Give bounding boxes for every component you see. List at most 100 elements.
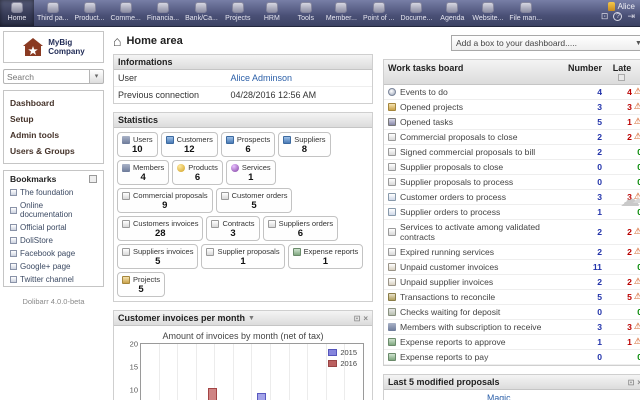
info-value[interactable]: Alice Adminson <box>231 73 293 83</box>
statistics-title: Statistics <box>118 115 158 125</box>
workboard-task-link[interactable]: Supplier orders to process <box>388 207 568 217</box>
print-icon[interactable]: ⊡ <box>601 12 609 21</box>
workboard-task-link[interactable]: Members with subscription to receive <box>388 322 568 332</box>
stat-chip-prospects[interactable]: Prospects6 <box>221 132 275 157</box>
stat-chip-suppliers-invoices[interactable]: Suppliers invoices5 <box>117 244 198 269</box>
workboard-task-link[interactable]: Expired running services <box>388 247 568 257</box>
filter-icon[interactable]: ▼ <box>248 315 255 322</box>
stat-chip-customers-invoices[interactable]: Customers invoices28 <box>117 216 203 241</box>
bookmarks-list: The foundation Online documentation Offici… <box>4 186 103 286</box>
bookmark-icon <box>10 276 17 283</box>
task-label: Supplier proposals to process <box>400 177 513 187</box>
edit-bookmarks-icon[interactable] <box>89 175 97 183</box>
workboard-task-link[interactable]: Supplier proposals to close <box>388 162 568 172</box>
add-box-select[interactable]: Add a box to your dashboard..... ▼ <box>451 35 640 51</box>
workboard-task-link[interactable]: Services to activate among validated con… <box>388 222 568 242</box>
workboard-task-link[interactable]: Opened tasks <box>388 117 568 127</box>
stat-chip-expense-reports[interactable]: Expense reports1 <box>288 244 364 269</box>
bookmark-label: Official portal <box>20 223 67 232</box>
workboard-task-link[interactable]: Transactions to reconcile <box>388 292 568 302</box>
logged-user[interactable]: Alice <box>608 2 635 11</box>
late-info-icon[interactable] <box>618 74 625 81</box>
stat-value: 3 <box>211 228 254 239</box>
task-label: Checks waiting for deposit <box>400 307 500 317</box>
top-menu-item-website[interactable]: Website... <box>469 0 506 26</box>
top-menu-item-third-pa[interactable]: Third pa... <box>34 0 72 26</box>
bookmark-item[interactable]: Official portal <box>4 221 103 234</box>
stat-chip-supplier-proposals[interactable]: Supplier proposals1 <box>201 244 284 269</box>
bookmark-item[interactable]: The foundation <box>4 186 103 199</box>
bookmark-label: The foundation <box>20 188 73 197</box>
workboard-task-link[interactable]: Expense reports to approve <box>388 337 568 347</box>
top-menu-item-docume[interactable]: Docume... <box>397 0 435 26</box>
workboard-task-link[interactable]: Commercial proposals to close <box>388 132 568 142</box>
stat-chip-projects[interactable]: Projects5 <box>117 272 165 297</box>
workboard-task-link[interactable]: Expense reports to pay <box>388 352 568 362</box>
commercial-icon <box>120 2 132 13</box>
top-menu-item-projects[interactable]: Projects <box>221 0 255 26</box>
top-menu-label: Member... <box>326 15 357 22</box>
stat-chip-users[interactable]: Users10 <box>117 132 158 157</box>
bar-chart-plot: 20152016 20151050 <box>140 343 364 400</box>
sidebar-item-setup[interactable]: Setup <box>4 111 103 127</box>
workboard-task-link[interactable]: Unpaid supplier invoices <box>388 277 568 287</box>
top-menu-item-point-of[interactable]: Point of ... <box>360 0 398 26</box>
stat-value: 4 <box>122 172 164 183</box>
stat-chip-customers[interactable]: Customers12 <box>161 132 218 157</box>
stat-label: Suppliers <box>294 135 325 144</box>
workboard-task-link[interactable]: Unpaid customer invoices <box>388 262 568 272</box>
stat-chip-services[interactable]: Services1 <box>226 160 276 185</box>
workboard-task-link[interactable]: Customer orders to process <box>388 192 568 202</box>
workboard-task-link[interactable]: Checks waiting for deposit <box>388 307 568 317</box>
search-input[interactable] <box>3 69 90 84</box>
top-menu-item-tools[interactable]: Tools <box>289 0 323 26</box>
sidebar-item-dashboard[interactable]: Dashboard <box>4 95 103 111</box>
top-menu-item-product[interactable]: Product... <box>72 0 108 26</box>
stat-chip-suppliers-orders[interactable]: Suppliers orders6 <box>263 216 339 241</box>
supplier-order-icon <box>268 220 276 228</box>
sidebar-item-admin-tools[interactable]: Admin tools <box>4 127 103 143</box>
projects-icon <box>232 2 244 13</box>
help-icon[interactable]: ? <box>613 12 622 21</box>
stat-chip-contracts[interactable]: Contracts3 <box>206 216 259 241</box>
stat-chip-customer-orders[interactable]: Customer orders5 <box>216 188 293 213</box>
close-box-icon[interactable]: × <box>363 314 368 323</box>
top-menu-item-agenda[interactable]: Agenda <box>435 0 469 26</box>
warning-icon: ⚠ <box>634 322 640 332</box>
top-menu-item-bank-ca[interactable]: Bank/Ca... <box>182 0 221 26</box>
search-dropdown-button[interactable]: ▾ <box>90 69 104 84</box>
bookmark-item[interactable]: Google+ page <box>4 260 103 273</box>
sidebar-item-users-groups[interactable]: Users & Groups <box>4 143 103 159</box>
company-link[interactable]: Magic Food Store <box>487 393 526 400</box>
workboard-task-link[interactable]: Signed commercial proposals to bill <box>388 147 568 157</box>
minimize-box-icon[interactable]: ⊡ <box>354 314 361 323</box>
bookmark-item[interactable]: Online documentation <box>4 199 103 221</box>
bookmark-item[interactable]: Twitter channel <box>4 273 103 286</box>
stat-chip-commercial-proposals[interactable]: Commercial proposals9 <box>117 188 213 213</box>
informations-title: Informations <box>118 57 173 67</box>
workboard-task-link[interactable]: Supplier proposals to process <box>388 177 568 187</box>
stat-chip-members[interactable]: Members4 <box>117 160 169 185</box>
stat-chip-products[interactable]: Products6 <box>172 160 223 185</box>
workboard-task-link[interactable]: Opened projects <box>388 102 568 112</box>
file-manager-icon <box>520 2 532 13</box>
workboard-late-header: Late <box>602 63 640 81</box>
top-menu-item-financia[interactable]: Financia... <box>144 0 182 26</box>
task-late: 0 <box>602 177 640 187</box>
bookmark-item[interactable]: DoliStore <box>4 234 103 247</box>
workboard-task-link[interactable]: Events to do <box>388 87 568 97</box>
stat-chip-suppliers[interactable]: Suppliers8 <box>278 132 330 157</box>
top-menu-label: Projects <box>225 15 250 22</box>
top-menu-item-file-man[interactable]: File man... <box>506 0 545 26</box>
logout-icon[interactable]: ⇥ <box>627 12 635 21</box>
top-menu-item-comme[interactable]: Comme... <box>107 0 143 26</box>
top-menu-item-member[interactable]: Member... <box>323 0 360 26</box>
top-menu-item-hrm[interactable]: HRM <box>255 0 289 26</box>
supplier-invoice-icon <box>388 278 396 286</box>
bookmark-item[interactable]: Facebook page <box>4 247 103 260</box>
stat-value: 6 <box>177 172 218 183</box>
home-icon <box>11 2 23 13</box>
member-icon <box>122 164 130 172</box>
top-menu-item-home[interactable]: Home <box>0 0 34 26</box>
minimize-box-icon[interactable]: ⊡ <box>628 378 635 387</box>
